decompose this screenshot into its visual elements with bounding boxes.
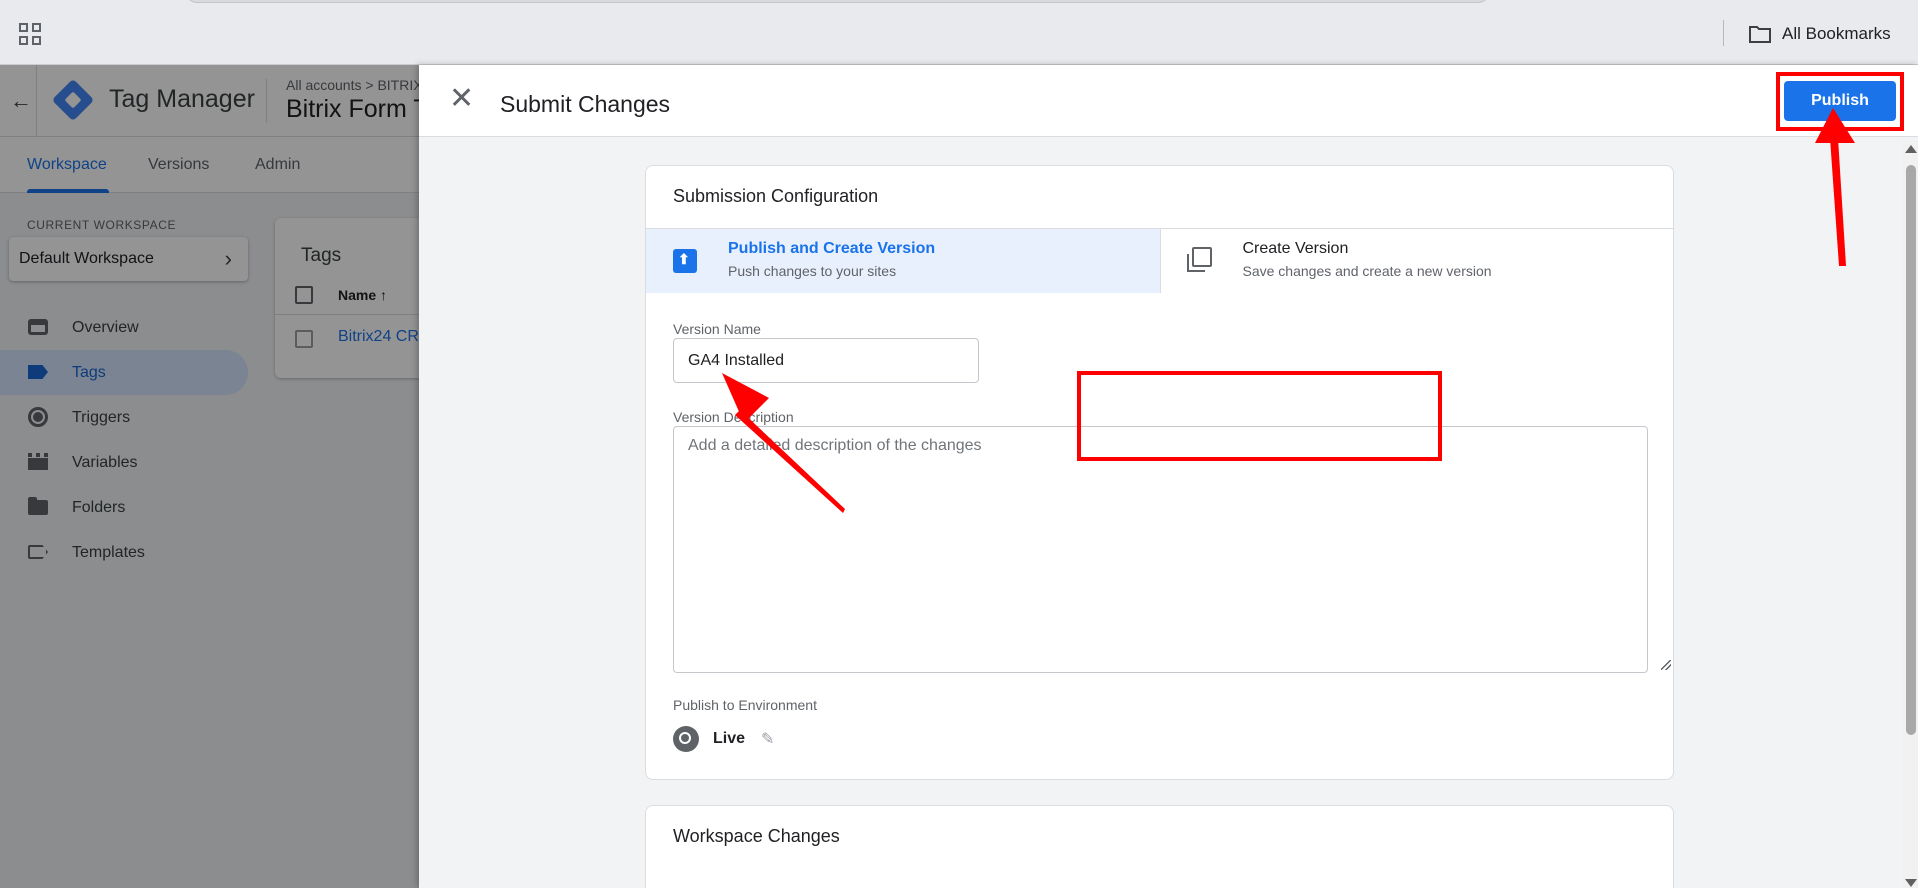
all-bookmarks-button[interactable]: All Bookmarks [1748, 22, 1891, 46]
option-subtitle: Push changes to your sites [728, 263, 897, 279]
scroll-down-arrow-icon[interactable] [1905, 879, 1917, 887]
sheet-title: Submit Changes [500, 91, 671, 117]
address-bar-edge [185, 0, 1490, 3]
option-title: Create Version [1242, 240, 1349, 257]
option-subtitle: Save changes and create a new version [1242, 263, 1492, 279]
edit-pencil-icon[interactable]: ✎ [761, 729, 774, 749]
all-bookmarks-label: All Bookmarks [1782, 24, 1891, 43]
environment-row: Live ✎ [673, 725, 774, 753]
workspace-changes-title: Workspace Changes [673, 826, 840, 846]
version-name-field[interactable] [673, 338, 979, 383]
resize-handle-icon[interactable] [1661, 660, 1671, 670]
version-name-label: Version Name [673, 321, 761, 337]
annotation-highlight-version-name [1077, 371, 1442, 461]
version-description-label: Version Description [673, 409, 794, 425]
publish-upload-icon [673, 249, 697, 273]
folder-icon [1749, 26, 1771, 43]
submission-configuration-title: Submission Configuration [673, 186, 879, 206]
create-version-icon [1186, 247, 1212, 272]
publish-environment-label: Publish to Environment [673, 697, 817, 713]
environment-name: Live [713, 730, 746, 747]
submission-configuration-card: Submission Configuration Publish and Cre… [645, 165, 1674, 780]
option-publish-and-create-version[interactable]: Publish and Create Version Push changes … [646, 229, 1160, 293]
sheet-header: ✕ Submit Changes Publish [419, 65, 1918, 137]
scroll-up-arrow-icon[interactable] [1905, 145, 1917, 153]
scrollbar-thumb[interactable] [1906, 165, 1916, 735]
option-title: Publish and Create Version [728, 240, 936, 257]
globe-icon [673, 726, 699, 752]
sheet-scrollbar[interactable] [1903, 141, 1918, 888]
annotation-highlight-publish [1776, 72, 1904, 131]
browser-bookmarks-bar: All Bookmarks [0, 0, 1918, 65]
apps-grid-icon[interactable] [19, 23, 41, 45]
option-create-version[interactable]: Create Version Save changes and create a… [1159, 229, 1673, 293]
version-description-field[interactable] [673, 426, 1648, 673]
close-icon[interactable]: ✕ [449, 84, 474, 114]
bookmarks-divider [1723, 20, 1724, 46]
submit-changes-sheet: ✕ Submit Changes Publish Submission Conf… [419, 65, 1918, 888]
submission-options: Publish and Create Version Push changes … [646, 228, 1673, 293]
workspace-changes-card: Workspace Changes [645, 805, 1674, 888]
